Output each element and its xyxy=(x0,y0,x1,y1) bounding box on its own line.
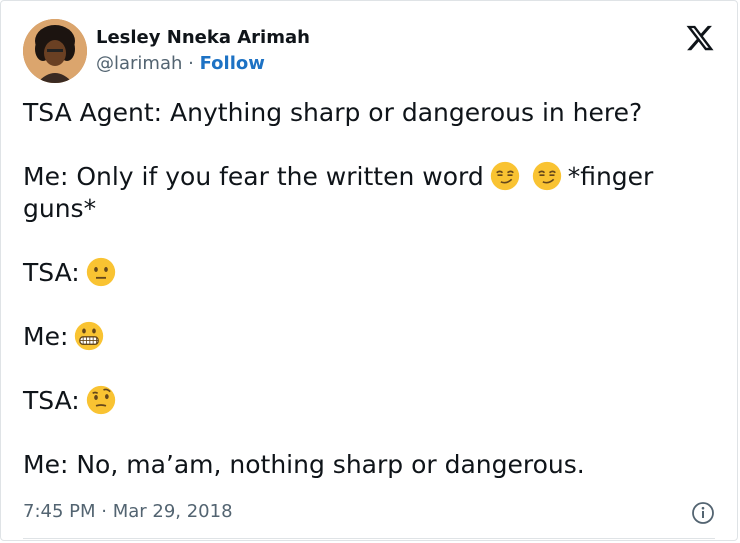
tweet-line: TSA Agent: Anything sharp or dangerous i… xyxy=(23,97,723,129)
tweet-header: Lesley Nneka Arimah @larimah · Follow xyxy=(23,19,310,83)
tweet-line: Me: No, ma’am, nothing sharp or dangerou… xyxy=(23,449,723,481)
separator-dot: · xyxy=(188,52,194,74)
tweet-line: Me: xyxy=(23,321,723,353)
author-display-name[interactable]: Lesley Nneka Arimah xyxy=(96,27,310,50)
smirking-face-icon xyxy=(532,161,561,191)
neutral-face-icon xyxy=(86,257,115,287)
tweet-line-text: Me: No, ma’am, nothing sharp or dangerou… xyxy=(23,450,585,479)
divider xyxy=(23,538,715,539)
face-with-raised-eyebrow-icon xyxy=(86,385,115,415)
tweet-line-text: Me: Only if you fear the written word xyxy=(23,162,484,191)
tweet-line: Me: Only if you fear the written word *f… xyxy=(23,161,723,225)
tweet-line-text: TSA: xyxy=(23,386,80,415)
avatar-portrait xyxy=(23,19,87,83)
x-logo-icon[interactable] xyxy=(685,23,715,53)
handle-row: @larimah · Follow xyxy=(96,53,310,76)
author-names: Lesley Nneka Arimah @larimah · Follow xyxy=(96,27,310,75)
tweet-line: TSA: xyxy=(23,257,723,289)
info-icon[interactable] xyxy=(691,501,715,525)
tweet-timestamp[interactable]: 7:45 PM · Mar 29, 2018 xyxy=(23,501,233,522)
avatar[interactable] xyxy=(23,19,87,83)
follow-button[interactable]: Follow xyxy=(200,53,265,74)
grimacing-face-icon xyxy=(75,321,104,351)
tweet-line-text: Me: xyxy=(23,322,69,351)
tweet-line: TSA: xyxy=(23,385,723,417)
tweet-card: Lesley Nneka Arimah @larimah · Follow TS… xyxy=(0,0,738,541)
author-handle[interactable]: @larimah xyxy=(96,53,182,74)
smirking-face-icon xyxy=(490,161,519,191)
tweet-line-text: TSA Agent: Anything sharp or dangerous i… xyxy=(23,98,643,127)
tweet-text: TSA Agent: Anything sharp or dangerous i… xyxy=(23,97,723,513)
tweet-line-text: TSA: xyxy=(23,258,80,287)
